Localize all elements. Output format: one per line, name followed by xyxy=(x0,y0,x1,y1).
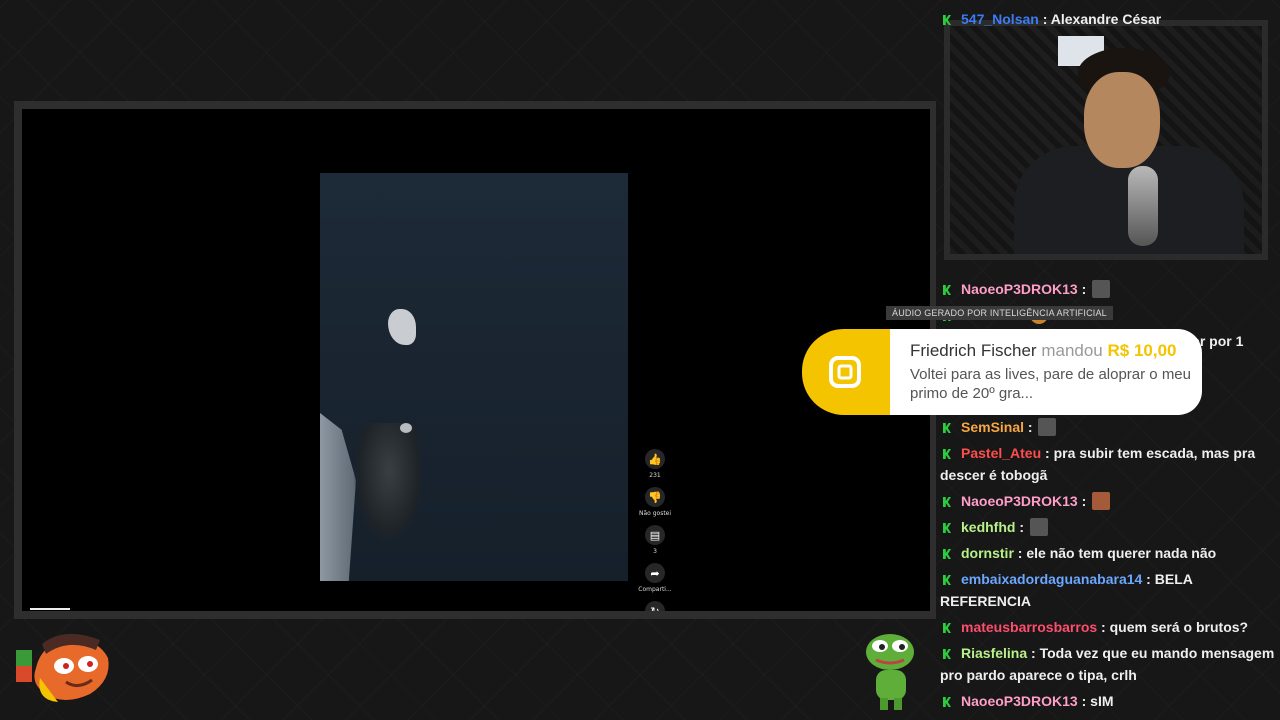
share-icon[interactable]: ➦ xyxy=(645,563,665,583)
donation-amount: R$ 10,00 xyxy=(1107,341,1177,360)
chat-text: quem será o brutos? xyxy=(1109,619,1249,635)
chat-message: Pastel_Ateu : pra subir tem escada, mas … xyxy=(940,445,1256,483)
chat-username[interactable]: NaoeoP3DROK13 xyxy=(961,493,1078,509)
chat-text: Alexandre César xyxy=(1050,11,1162,27)
donation-verb: mandou xyxy=(1041,341,1103,360)
alert-title: Friedrich Fischer mandou R$ 10,00 xyxy=(910,341,1177,361)
chat-emote-icon xyxy=(1092,280,1111,298)
chat-message: embaixadordaguanabara14 : BELA REFERENCI… xyxy=(940,571,1193,609)
alert-icon-panel xyxy=(802,329,890,415)
chat-message: dornstir : ele não tem querer nada não xyxy=(940,542,1276,564)
pepe-frog-emote xyxy=(866,634,914,710)
chat-username[interactable]: NaoeoP3DROK13 xyxy=(961,281,1078,297)
share-action[interactable]: ➦ Comparti... xyxy=(638,563,672,593)
chat-username[interactable]: Riasfelina xyxy=(961,645,1027,661)
video-action-bar: 👍 231 👎 Não gostei ▤ 3 ➦ Comparti... ↻ xyxy=(638,449,672,611)
chat-emote-icon xyxy=(1092,492,1111,510)
kick-badge-icon xyxy=(943,623,951,633)
kick-badge-icon xyxy=(943,649,951,659)
kick-badge-icon xyxy=(943,575,951,585)
video-progress-bar[interactable] xyxy=(30,608,70,610)
chat-username[interactable]: mateusbarrosbarros xyxy=(961,619,1097,635)
alert-message-box: Friedrich Fischer mandou R$ 10,00 Voltei… xyxy=(890,329,1202,415)
chat-text: ele não tem querer nada não xyxy=(1026,545,1217,561)
webcam-streamer-head xyxy=(1084,72,1160,168)
pix-logo-icon xyxy=(829,356,861,388)
chat-message: NaoeoP3DROK13 : xyxy=(940,278,1276,300)
chat-message: SemSinal : xyxy=(940,416,1276,438)
chat-message: 547_Nolsan : Alexandre César xyxy=(940,8,1276,30)
donation-alert: Friedrich Fischer mandou R$ 10,00 Voltei… xyxy=(802,329,1202,415)
video-figure xyxy=(354,423,424,543)
chat-username[interactable]: dornstir xyxy=(961,545,1014,561)
video-wall xyxy=(320,413,356,581)
chat-message: NaoeoP3DROK13 : xyxy=(940,490,1276,512)
chat-username[interactable]: SemSinal xyxy=(961,419,1024,435)
kick-badge-icon xyxy=(943,697,951,707)
donor-name: Friedrich Fischer xyxy=(910,341,1037,360)
thumbs-up-icon[interactable]: 👍 xyxy=(645,449,665,469)
thumbs-down-action[interactable]: 👎 Não gostei xyxy=(638,487,672,517)
video-spot xyxy=(400,423,412,433)
webcam-feed xyxy=(950,26,1262,254)
kick-badge-icon xyxy=(943,423,951,433)
microphone xyxy=(1128,166,1158,246)
chat-message: NaoeoP3DROK13 : sIM xyxy=(940,690,1276,712)
chat-username[interactable]: embaixadordaguanabara14 xyxy=(961,571,1142,587)
kick-badge-icon xyxy=(943,549,951,559)
chat-username[interactable]: kedhfhd xyxy=(961,519,1015,535)
thumbs-up-action[interactable]: 👍 231 xyxy=(640,449,670,479)
remix-action[interactable]: ↻ xyxy=(640,601,670,611)
chat-text: sIM xyxy=(1090,693,1114,709)
chat-message: Riasfelina : Toda vez que eu mando mensa… xyxy=(940,645,1275,683)
chat-emote-icon xyxy=(1038,418,1057,436)
kick-badge-icon xyxy=(943,523,951,533)
chat-username[interactable]: 547_Nolsan xyxy=(961,11,1039,27)
chat-username[interactable]: Pastel_Ateu xyxy=(961,445,1041,461)
thumbs-down-icon[interactable]: 👎 xyxy=(645,487,665,507)
chat-message: kedhfhd : xyxy=(940,516,1276,538)
donation-message: Voltei para as lives, pare de aloprar o … xyxy=(910,366,1191,402)
comment-icon[interactable]: ▤ xyxy=(645,525,665,545)
kick-badge-icon xyxy=(943,15,951,25)
chat-username[interactable]: NaoeoP3DROK13 xyxy=(961,693,1078,709)
kick-badge-icon xyxy=(943,449,951,459)
kick-badge-icon xyxy=(943,497,951,507)
action-label: Comparti... xyxy=(638,586,672,593)
remix-icon[interactable]: ↻ xyxy=(645,601,665,611)
video-content xyxy=(320,173,628,581)
cartoon-character-sticker xyxy=(16,633,109,702)
video-player[interactable]: 👍 231 👎 Não gostei ▤ 3 ➦ Comparti... ↻ xyxy=(22,109,930,611)
action-label: Não gostei xyxy=(638,510,672,517)
webcam-frame xyxy=(944,20,1268,260)
action-label: 3 xyxy=(653,548,657,555)
ai-audio-tag: ÁUDIO GERADO POR INTELIGÊNCIA ARTIFICIAL xyxy=(886,306,1113,320)
video-light xyxy=(388,309,416,345)
chat-emote-icon xyxy=(1029,518,1048,536)
kick-badge-icon xyxy=(943,285,951,295)
chat-message: mateusbarrosbarros : quem será o brutos? xyxy=(940,616,1276,638)
comment-action[interactable]: ▤ 3 xyxy=(640,525,670,555)
action-label: 231 xyxy=(649,472,661,479)
